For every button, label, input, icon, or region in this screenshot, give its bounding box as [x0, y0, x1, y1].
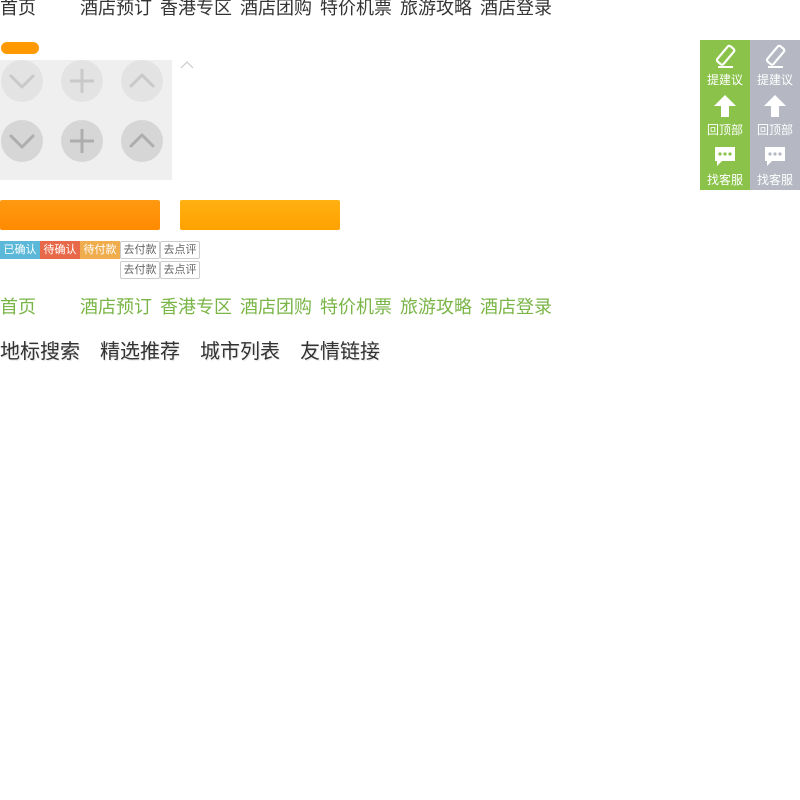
- orange-button-primary[interactable]: [0, 200, 160, 230]
- nav-item-travel-guide[interactable]: 旅游攻略: [400, 0, 472, 20]
- arrow-up-icon: [714, 95, 736, 117]
- feedback-label: 提建议: [756, 73, 793, 87]
- nav-item-home[interactable]: 首页: [0, 297, 36, 319]
- chat-bubble-icon: [765, 147, 785, 166]
- nav-item-hotel-login[interactable]: 酒店登录: [480, 0, 552, 20]
- review-button[interactable]: 去点评: [160, 241, 200, 259]
- nav-item-hongkong[interactable]: 香港专区: [160, 297, 232, 319]
- back-to-top-button[interactable]: 回顶部: [700, 90, 750, 140]
- orange-pill-button[interactable]: [1, 42, 39, 54]
- chevron-down-button-faded[interactable]: [1, 60, 43, 102]
- plus-icon: [70, 129, 94, 153]
- nav-item-group-buy[interactable]: 酒店团购: [240, 0, 312, 20]
- floating-sidebar: 提建议 回顶部 找客服 提建议 回顶部 找客服: [700, 40, 800, 190]
- feedback-label: 提建议: [706, 73, 743, 87]
- pay-button[interactable]: 去付款: [120, 241, 160, 259]
- pencil-icon: [715, 44, 736, 68]
- feedback-button-gray[interactable]: 提建议: [750, 40, 800, 90]
- chevron-down-button[interactable]: [1, 120, 43, 162]
- feedback-button[interactable]: 提建议: [700, 40, 750, 90]
- plus-button[interactable]: [61, 120, 103, 162]
- customer-service-button-gray[interactable]: 找客服: [750, 140, 800, 190]
- back-to-top-label: 回顶部: [756, 123, 793, 137]
- chat-bubble-icon: [715, 147, 735, 166]
- nav-item-travel-guide[interactable]: 旅游攻略: [400, 297, 472, 319]
- orange-button-secondary[interactable]: [180, 200, 340, 230]
- link-landmark-search[interactable]: 地标搜索: [0, 337, 80, 365]
- tag-pending-confirm: 待确认: [40, 241, 80, 259]
- nav-item-home[interactable]: 首页: [0, 0, 36, 20]
- nav-item-hotel-booking[interactable]: 酒店预订: [80, 297, 152, 319]
- plus-button-faded[interactable]: [61, 60, 103, 102]
- plus-icon: [70, 69, 94, 93]
- small-caret-up-icon: [180, 61, 194, 69]
- chevron-up-icon: [129, 73, 155, 88]
- link-friend-links[interactable]: 友情链接: [300, 337, 380, 365]
- pay-button[interactable]: 去付款: [120, 261, 160, 279]
- tag-confirmed: 已确认: [0, 241, 40, 259]
- nav-item-flights[interactable]: 特价机票: [320, 0, 392, 20]
- chevron-up-button[interactable]: [121, 120, 163, 162]
- chevron-up-icon: [129, 133, 155, 148]
- chevron-down-icon: [9, 74, 35, 89]
- tag-pending-payment: 待付款: [80, 241, 120, 259]
- chevron-up-button-faded[interactable]: [121, 60, 163, 102]
- nav-item-group-buy[interactable]: 酒店团购: [240, 297, 312, 319]
- link-city-list[interactable]: 城市列表: [200, 337, 280, 365]
- pencil-icon: [765, 44, 786, 68]
- nav-item-hotel-booking[interactable]: 酒店预订: [80, 0, 152, 20]
- arrow-up-icon: [764, 95, 786, 117]
- customer-service-label: 找客服: [706, 173, 743, 187]
- back-to-top-button-gray[interactable]: 回顶部: [750, 90, 800, 140]
- review-button[interactable]: 去点评: [160, 261, 200, 279]
- customer-service-button[interactable]: 找客服: [700, 140, 750, 190]
- nav-item-hotel-login[interactable]: 酒店登录: [480, 297, 552, 319]
- nav-item-flights[interactable]: 特价机票: [320, 297, 392, 319]
- link-featured[interactable]: 精选推荐: [100, 337, 180, 365]
- icon-button-panel: [0, 60, 172, 180]
- back-to-top-label: 回顶部: [706, 123, 743, 137]
- customer-service-label: 找客服: [756, 173, 793, 187]
- nav-item-hongkong[interactable]: 香港专区: [160, 0, 232, 20]
- chevron-down-icon: [9, 134, 35, 149]
